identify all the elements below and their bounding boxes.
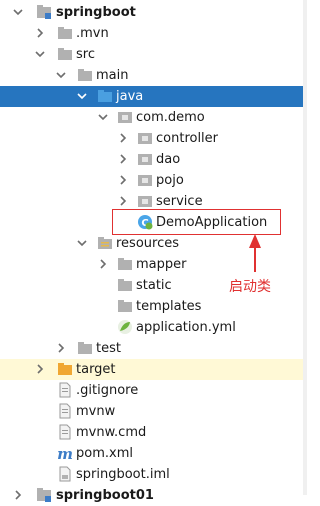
package-icon	[137, 130, 153, 146]
tree-item-gitignore[interactable]: .gitignore	[0, 380, 307, 401]
package-icon	[117, 109, 133, 125]
chevron-right-icon[interactable]	[35, 28, 45, 38]
package-icon	[137, 151, 153, 167]
file-icon	[57, 403, 73, 419]
file-icon	[57, 424, 73, 440]
chevron-down-icon[interactable]	[13, 7, 23, 17]
tree-item-main[interactable]: main	[0, 65, 307, 86]
package-icon	[137, 172, 153, 188]
folder-icon	[117, 298, 133, 314]
tree-item-label: dao	[156, 152, 181, 167]
chevron-down-icon[interactable]	[77, 238, 87, 248]
file-icon	[57, 382, 73, 398]
chevron-right-icon[interactable]	[98, 259, 108, 269]
tree-item-label: pom.xml	[76, 446, 133, 461]
module-icon	[36, 4, 52, 20]
tree-item-dao[interactable]: dao	[0, 149, 307, 170]
tree-item-application-yml[interactable]: application.yml	[0, 317, 307, 338]
tree-item-label: .gitignore	[76, 383, 139, 398]
tree-item-label: controller	[156, 131, 219, 146]
tree-item-label: java	[116, 89, 144, 104]
resources-folder-icon	[97, 235, 113, 251]
tree-item-target[interactable]: target	[0, 359, 307, 380]
source-folder-icon	[97, 88, 113, 104]
tree-item-test[interactable]: test	[0, 338, 307, 359]
highlight-box	[112, 209, 281, 235]
chevron-down-icon[interactable]	[56, 70, 66, 80]
tree-item-templates[interactable]: templates	[0, 296, 307, 317]
chevron-down-icon[interactable]	[98, 112, 108, 122]
arrow-up-icon	[249, 234, 261, 272]
tree-item-mvnw-cmd[interactable]: mvnw.cmd	[0, 422, 307, 443]
folder-icon	[57, 25, 73, 41]
chevron-right-icon[interactable]	[118, 154, 128, 164]
tree-item-label: mvnw.cmd	[76, 425, 147, 440]
vertical-scrollbar[interactable]	[303, 0, 307, 495]
excluded-folder-icon	[57, 361, 73, 377]
chevron-right-icon[interactable]	[118, 175, 128, 185]
maven-icon: m	[57, 445, 73, 461]
tree-item-springboot[interactable]: springboot	[0, 2, 307, 23]
tree-item-label: springboot01	[56, 488, 154, 503]
package-icon	[137, 193, 153, 209]
tree-item-label: springboot.iml	[76, 467, 170, 482]
tree-item-label: mvnw	[76, 404, 116, 419]
tree-item-src[interactable]: src	[0, 44, 307, 65]
folder-icon	[117, 277, 133, 293]
tree-item-label: resources	[116, 236, 180, 251]
chevron-right-icon[interactable]	[35, 364, 45, 374]
tree-item-springboot01[interactable]: springboot01	[0, 485, 307, 506]
tree-item-label: pojo	[156, 173, 184, 188]
folder-icon	[117, 256, 133, 272]
folder-icon	[77, 340, 93, 356]
module-icon	[36, 487, 52, 503]
chevron-down-icon[interactable]	[77, 91, 87, 101]
chevron-down-icon[interactable]	[35, 49, 45, 59]
tree-item-mvnw[interactable]: mvnw	[0, 401, 307, 422]
tree-item-label: springboot	[56, 5, 136, 20]
tree-item-java[interactable]: java	[0, 86, 307, 107]
tree-item-label: templates	[136, 299, 202, 314]
tree-item-label: static	[136, 278, 172, 293]
tree-item-com-demo[interactable]: com.demo	[0, 107, 307, 128]
tree-item-label: test	[96, 341, 121, 356]
folder-icon	[57, 46, 73, 62]
chevron-right-icon[interactable]	[118, 196, 128, 206]
svg-text:m: m	[57, 445, 73, 461]
tree-item-mvn[interactable]: .mvn	[0, 23, 307, 44]
iml-file-icon	[57, 466, 73, 482]
tree-item-label: application.yml	[136, 320, 236, 335]
tree-item-label: com.demo	[136, 110, 205, 125]
chevron-right-icon[interactable]	[118, 133, 128, 143]
tree-item-pom-xml[interactable]: m pom.xml	[0, 443, 307, 464]
tree-item-label: target	[76, 362, 116, 377]
tree-item-label: .mvn	[76, 26, 109, 41]
tree-item-label: main	[96, 68, 129, 83]
folder-icon	[77, 67, 93, 83]
tree-item-controller[interactable]: controller	[0, 128, 307, 149]
tree-item-label: src	[76, 47, 95, 62]
tree-item-springboot-iml[interactable]: springboot.iml	[0, 464, 307, 485]
annotation-label: 启动类	[229, 279, 271, 295]
chevron-right-icon[interactable]	[13, 490, 23, 500]
tree-item-pojo[interactable]: pojo	[0, 170, 307, 191]
chevron-right-icon[interactable]	[56, 343, 66, 353]
spring-config-icon	[117, 319, 133, 335]
tree-item-label: mapper	[136, 257, 187, 272]
